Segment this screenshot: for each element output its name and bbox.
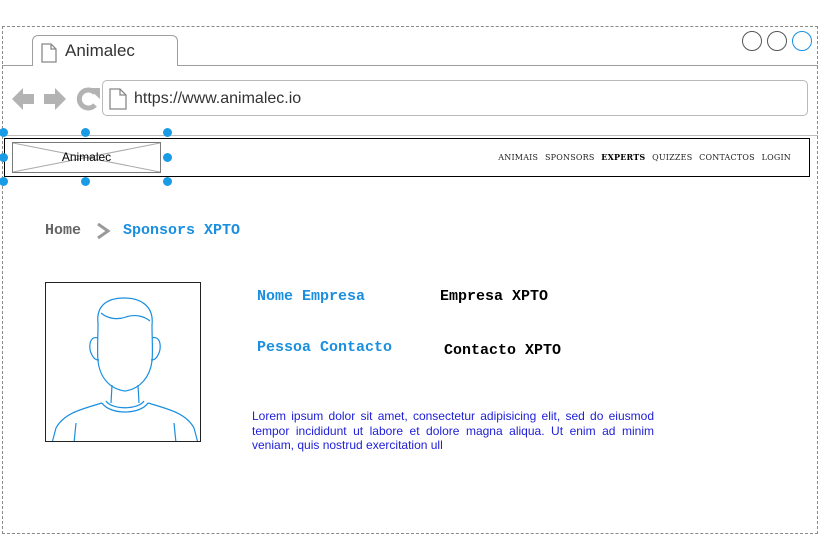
page-icon (41, 43, 57, 63)
menu-item-login[interactable]: LOGIN (762, 153, 791, 162)
selection-handle[interactable] (81, 177, 90, 186)
breadcrumb-current: Sponsors XPTO (123, 222, 241, 239)
url-text: https://www.animalec.io (134, 90, 302, 107)
menu-item-contactos[interactable]: CONTACTOS (699, 153, 755, 162)
back-arrow-icon[interactable] (12, 88, 34, 110)
selection-handle[interactable] (163, 177, 172, 186)
sponsor-photo (45, 282, 201, 442)
company-value: Empresa XPTO (440, 288, 549, 305)
selection-handle[interactable] (163, 153, 172, 162)
forward-arrow-icon[interactable] (44, 88, 66, 110)
sponsor-description: Lorem ipsum dolor sit amet, consectetur … (252, 409, 654, 452)
page-icon (109, 88, 127, 110)
menu-item-sponsors[interactable]: SPONSORS (545, 153, 595, 162)
menu-item-quizzes[interactable]: QUIZZES (652, 153, 692, 162)
menu-item-animais[interactable]: ANIMAIS (498, 153, 538, 162)
company-label: Nome Empresa (257, 288, 366, 305)
navigation-buttons (12, 86, 102, 117)
person-placeholder-icon (51, 297, 199, 441)
menu-item-experts[interactable]: EXPERTS (601, 152, 645, 162)
selection-handle[interactable] (163, 128, 172, 137)
selection-handle[interactable] (81, 128, 90, 137)
contact-value: Contacto XPTO (444, 342, 562, 359)
browser-tab[interactable]: Animalec (32, 35, 178, 66)
logo-text: Animalec (61, 150, 112, 164)
breadcrumb-home[interactable]: Home (45, 222, 81, 239)
contact-label: Pessoa Contacto (257, 339, 393, 356)
maximize-button[interactable] (767, 31, 787, 51)
reload-icon[interactable] (76, 87, 100, 111)
close-button[interactable] (792, 31, 812, 51)
minimize-button[interactable] (742, 31, 762, 51)
address-bar[interactable]: https://www.animalec.io (102, 80, 808, 116)
tab-title: Animalec (65, 41, 135, 60)
main-menu: ANIMAIS SPONSORS EXPERTS QUIZZES CONTACT… (494, 152, 791, 162)
chevron-right-icon (97, 222, 111, 240)
logo[interactable]: Animalec (12, 142, 161, 173)
